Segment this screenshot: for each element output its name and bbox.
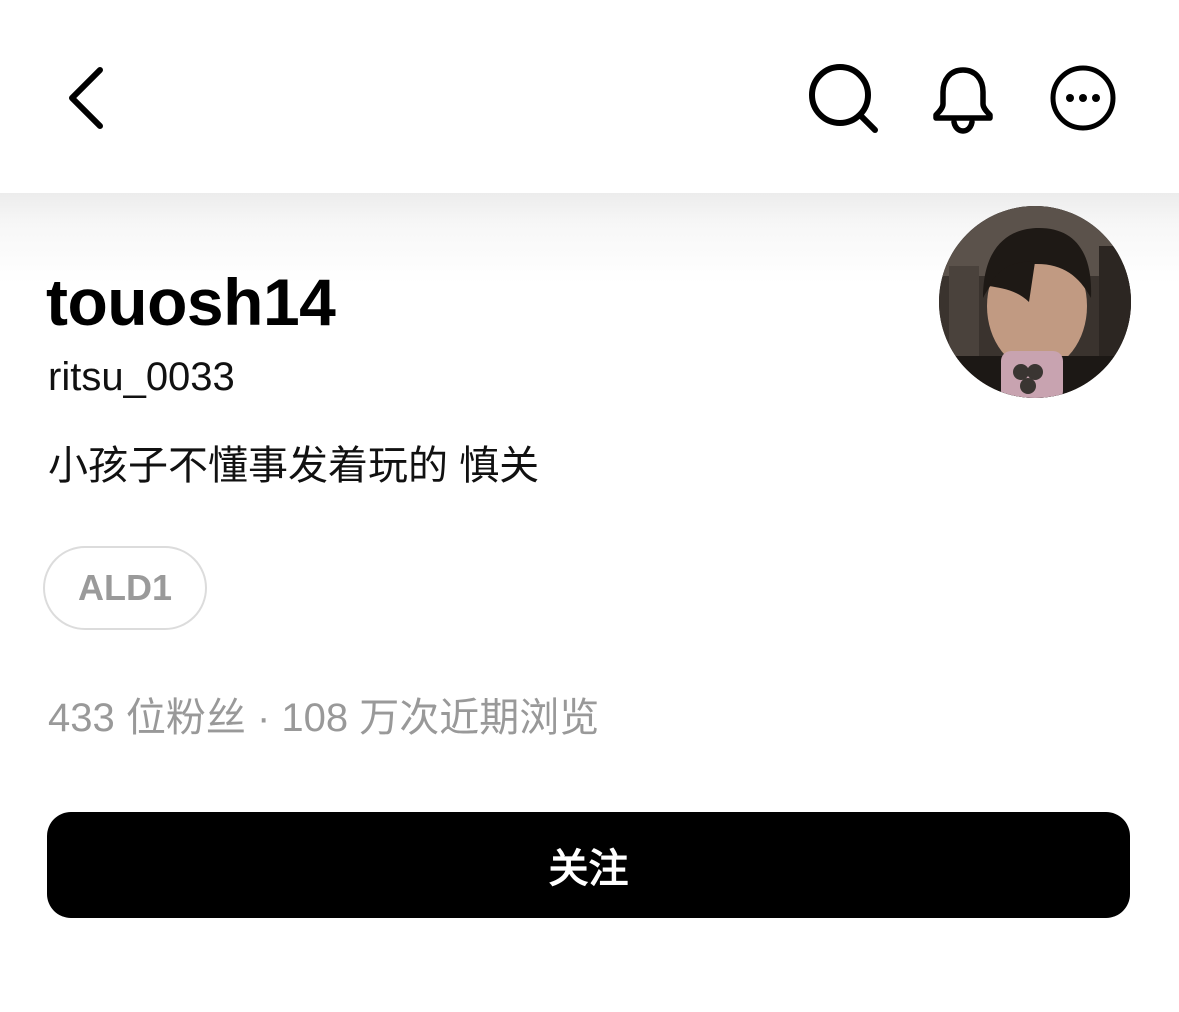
follower-stats: 433 位粉丝 · 108 万次近期浏览 bbox=[48, 696, 600, 740]
chevron-left-icon bbox=[69, 67, 103, 129]
profile-photo bbox=[939, 206, 1131, 398]
more-horizontal-icon bbox=[1050, 65, 1116, 131]
notification-bell-button[interactable] bbox=[923, 58, 1003, 138]
search-icon bbox=[809, 64, 878, 133]
back-button[interactable] bbox=[46, 58, 126, 138]
avatar[interactable] bbox=[939, 206, 1131, 398]
follow-button[interactable]: 关注 bbox=[47, 812, 1130, 918]
profile-bio: 小孩子不懂事发着玩的 慎关 bbox=[48, 444, 540, 488]
more-options-button[interactable] bbox=[1043, 58, 1123, 138]
top-navigation-bar bbox=[0, 0, 1179, 193]
profile-page: touosh14 ritsu_0033 小孩子不懂事发着玩的 慎关 ALD1 4… bbox=[0, 0, 1179, 1012]
search-button[interactable] bbox=[803, 58, 883, 138]
username-handle: ritsu_0033 bbox=[48, 355, 235, 399]
bell-icon bbox=[933, 67, 993, 134]
follow-button-label: 关注 bbox=[548, 847, 629, 891]
display-name: touosh14 bbox=[46, 265, 336, 339]
profile-tag-chip[interactable]: ALD1 bbox=[43, 546, 207, 630]
